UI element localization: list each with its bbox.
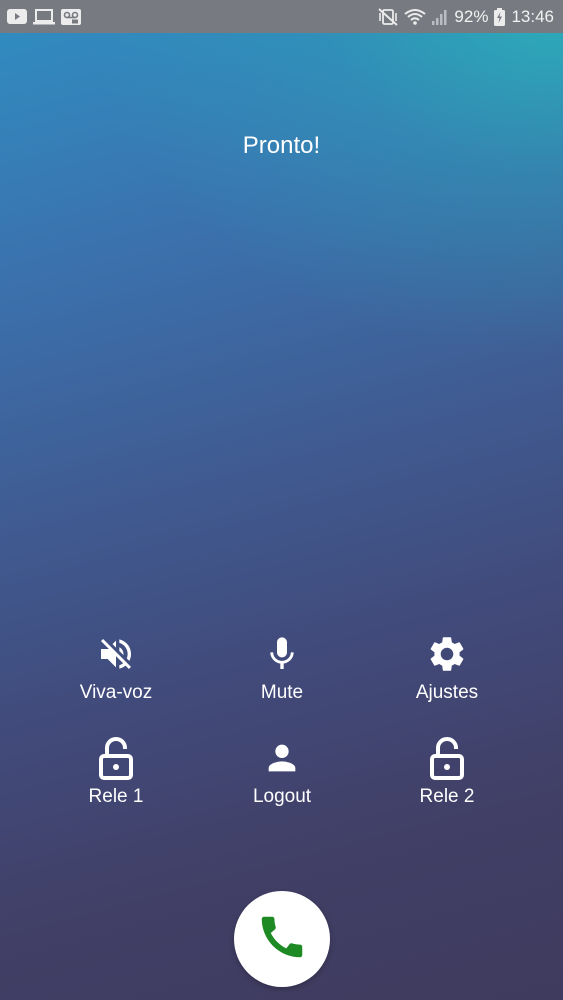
unlock-icon bbox=[94, 736, 138, 780]
mute-label: Mute bbox=[260, 682, 304, 703]
speaker-off-icon bbox=[94, 632, 138, 676]
relay-2-label: Rele 2 bbox=[419, 786, 475, 807]
status-bar-left bbox=[7, 8, 81, 25]
vibrate-mute-icon bbox=[378, 7, 399, 26]
voicemail-icon bbox=[61, 8, 81, 25]
status-bar: 92% 13:46 bbox=[0, 0, 563, 33]
battery-percent: 92% bbox=[454, 6, 489, 26]
logout-label: Logout bbox=[252, 786, 312, 807]
signal-icon bbox=[432, 9, 448, 25]
mute-button[interactable]: Mute bbox=[212, 632, 352, 704]
clock: 13:46 bbox=[511, 6, 554, 26]
laptop-icon bbox=[33, 8, 55, 25]
status-bar-right: 92% 13:46 bbox=[378, 7, 554, 27]
wifi-icon bbox=[404, 8, 427, 25]
unlock-icon bbox=[425, 736, 469, 780]
battery-charging-icon bbox=[494, 7, 506, 26]
call-status-text: Pronto! bbox=[242, 132, 321, 159]
gear-icon bbox=[425, 632, 469, 676]
person-icon bbox=[260, 736, 304, 780]
relay-1-button[interactable]: Rele 1 bbox=[46, 736, 186, 808]
youtube-icon bbox=[7, 9, 27, 24]
relay-2-button[interactable]: Rele 2 bbox=[377, 736, 517, 808]
settings-button[interactable]: Ajustes bbox=[377, 632, 517, 704]
speaker-label: Viva-voz bbox=[79, 682, 153, 703]
call-button[interactable] bbox=[234, 891, 330, 987]
relay-1-label: Rele 1 bbox=[88, 786, 144, 807]
logout-button[interactable]: Logout bbox=[212, 736, 352, 808]
microphone-icon bbox=[260, 632, 304, 676]
speaker-button[interactable]: Viva-voz bbox=[46, 632, 186, 704]
settings-label: Ajustes bbox=[415, 682, 479, 703]
phone-icon bbox=[255, 910, 309, 969]
